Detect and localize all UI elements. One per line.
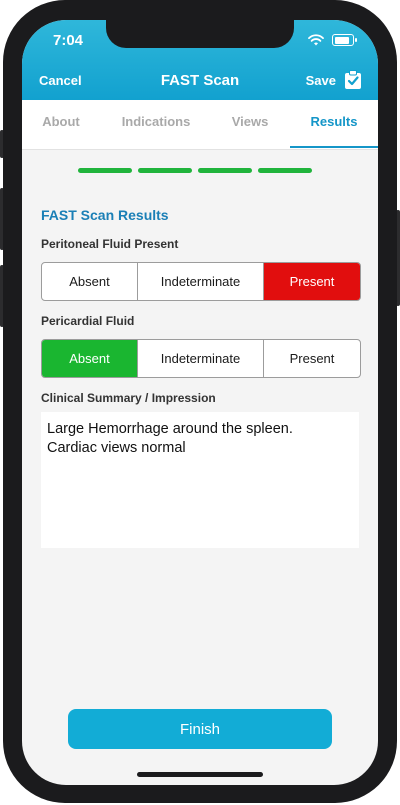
notch bbox=[106, 20, 294, 48]
tab-indications[interactable]: Indications bbox=[110, 100, 202, 148]
results-title: FAST Scan Results bbox=[41, 207, 169, 223]
pericardial-segmented-control: Absent Indeterminate Present bbox=[41, 339, 361, 378]
peritoneal-segmented-control: Absent Indeterminate Present bbox=[41, 262, 361, 301]
battery-icon bbox=[332, 34, 357, 46]
save-button[interactable]: Save bbox=[306, 70, 362, 90]
pericardial-absent-option[interactable]: Absent bbox=[42, 340, 138, 377]
peritoneal-indeterminate-option[interactable]: Indeterminate bbox=[138, 263, 264, 300]
peritoneal-label: Peritoneal Fluid Present bbox=[41, 237, 179, 251]
peritoneal-present-option[interactable]: Present bbox=[264, 263, 360, 300]
progress-step-4 bbox=[258, 168, 312, 173]
summary-textarea[interactable]: Large Hemorrhage around the spleen. Card… bbox=[41, 412, 359, 548]
pericardial-label: Pericardial Fluid bbox=[41, 314, 135, 328]
clipboard-check-icon bbox=[345, 70, 361, 89]
pericardial-indeterminate-option[interactable]: Indeterminate bbox=[138, 340, 264, 377]
peritoneal-absent-option[interactable]: Absent bbox=[42, 263, 138, 300]
tab-views[interactable]: Views bbox=[218, 100, 282, 148]
save-label: Save bbox=[305, 72, 336, 88]
pericardial-present-option[interactable]: Present bbox=[264, 340, 360, 377]
progress-step-2 bbox=[138, 168, 192, 173]
app-screen: 7:04 Cancel FAST Scan Save About Indicat… bbox=[22, 20, 378, 785]
home-indicator[interactable] bbox=[137, 772, 263, 777]
status-icons bbox=[308, 34, 357, 46]
progress-step-1 bbox=[78, 168, 132, 173]
phone-device: 7:04 Cancel FAST Scan Save About Indicat… bbox=[0, 0, 400, 805]
tab-bar: About Indications Views Results bbox=[22, 100, 378, 150]
status-time: 7:04 bbox=[53, 32, 84, 49]
tab-results[interactable]: Results bbox=[290, 100, 378, 148]
progress-step-3 bbox=[198, 168, 252, 173]
finish-button[interactable]: Finish bbox=[68, 709, 332, 749]
wifi-icon bbox=[308, 34, 324, 46]
step-progress bbox=[78, 168, 312, 173]
tab-about[interactable]: About bbox=[22, 100, 100, 148]
summary-label: Clinical Summary / Impression bbox=[41, 391, 216, 405]
app-header: 7:04 Cancel FAST Scan Save bbox=[22, 20, 378, 100]
